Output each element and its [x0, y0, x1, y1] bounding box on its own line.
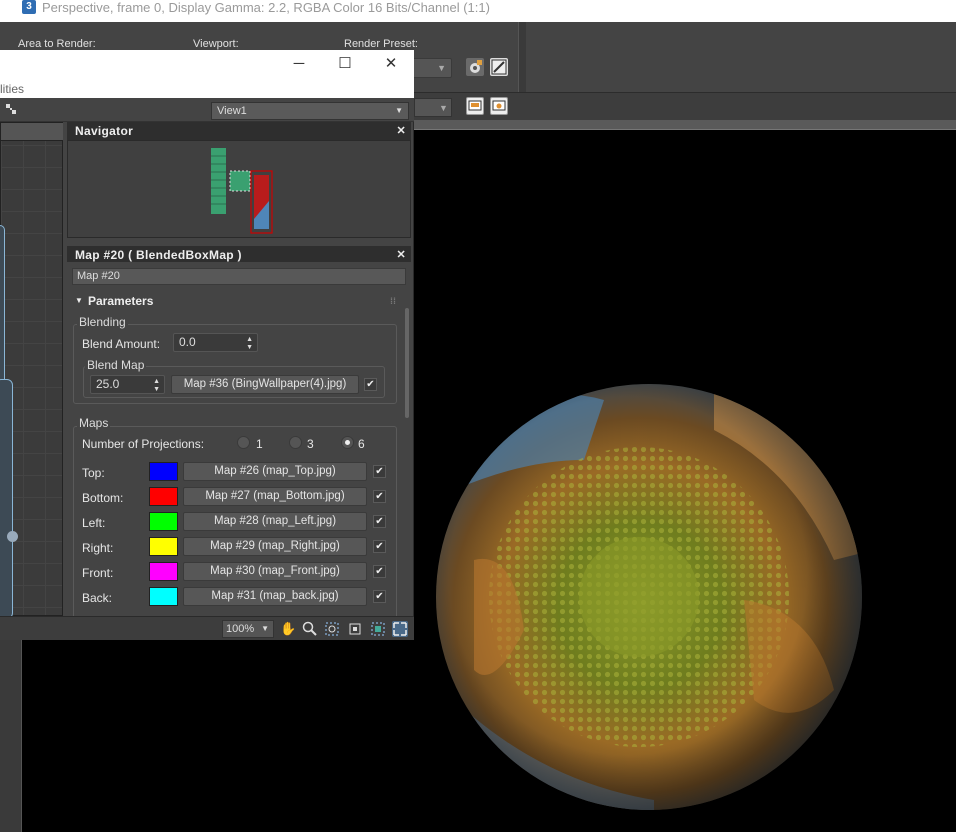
projection-radio-3[interactable]: [289, 436, 302, 449]
view-panel[interactable]: [0, 122, 63, 619]
blending-group-label: Blending: [77, 315, 128, 329]
color-swatch-left[interactable]: [149, 512, 178, 531]
projection-radio-6[interactable]: [341, 436, 354, 449]
color-swatch-front[interactable]: [149, 562, 178, 581]
pick-material-icon[interactable]: [4, 102, 18, 116]
navigator-view[interactable]: [67, 140, 411, 238]
rendered-image: [414, 130, 956, 832]
zoom-icon[interactable]: [302, 621, 318, 637]
navigator-header: Navigator ✕: [67, 122, 411, 140]
close-icon[interactable]: ✕: [396, 122, 406, 140]
projection-radio-1[interactable]: [237, 436, 250, 449]
map-checkbox-right[interactable]: ✔: [373, 540, 386, 553]
rollout-title: Parameters: [88, 294, 154, 308]
close-button[interactable]: ✕: [380, 54, 402, 74]
projection-option-3: 3: [307, 437, 314, 451]
projection-option-6: 6: [358, 437, 365, 451]
map-row-label-bottom: Bottom:: [82, 491, 124, 505]
maximize-view-icon[interactable]: [392, 621, 408, 637]
map-button-bottom[interactable]: Map #27 (map_Bottom.jpg): [183, 487, 367, 506]
chevron-down-icon: ▼: [261, 624, 269, 633]
zoom-extents-icon[interactable]: [347, 621, 363, 637]
maps-group-label: Maps: [77, 416, 111, 430]
map-checkbox-front[interactable]: ✔: [373, 565, 386, 578]
slate-editor-titlebar: ─ ☐ ✕ lities: [0, 50, 414, 98]
scrollbar[interactable]: [405, 308, 409, 418]
map-checkbox-left[interactable]: ✔: [373, 515, 386, 528]
app-icon: 3: [22, 0, 36, 14]
view-panel-header: [1, 123, 63, 141]
slate-editor-body: View1 ▼ Navigator ✕ Map #20 (BlendedBox…: [0, 98, 414, 640]
menu-utilities[interactable]: lities: [0, 82, 24, 96]
render-frame-titlebar: 3 Perspective, frame 0, Display Gamma: 2…: [0, 0, 956, 22]
map-checkbox-bottom[interactable]: ✔: [373, 490, 386, 503]
map-button-front[interactable]: Map #30 (map_Front.jpg): [183, 562, 367, 581]
spinner-arrows-icon[interactable]: ▲ ▼: [246, 334, 253, 352]
render-preset-dropdown[interactable]: ▼: [410, 58, 452, 78]
color-swatch-right[interactable]: [149, 537, 178, 556]
parameters-rollout-header[interactable]: ▼ Parameters ⁞⁞: [72, 292, 398, 310]
blend-amount-label: Blend Amount:: [82, 337, 161, 351]
render-preset-label: Render Preset:: [344, 38, 418, 50]
zoom-extents-selected-icon[interactable]: [370, 621, 386, 637]
map-name-field[interactable]: Map #20: [72, 268, 406, 285]
minimize-button[interactable]: ─: [288, 54, 310, 74]
render-setup-icon[interactable]: [466, 58, 484, 76]
color-swatch-bottom[interactable]: [149, 487, 178, 506]
map-button-left[interactable]: Map #28 (map_Left.jpg): [183, 512, 367, 531]
color-swatch-top[interactable]: [149, 462, 178, 481]
material-node[interactable]: [0, 379, 13, 619]
maximize-button[interactable]: ☐: [334, 54, 356, 74]
navigator-thumbnail: [211, 148, 273, 234]
save-image-icon[interactable]: [466, 97, 484, 115]
map-panel-title: Map #20 ( BlendedBoxMap ): [75, 248, 242, 262]
projections-label: Number of Projections:: [82, 437, 205, 451]
zoom-region-icon[interactable]: [324, 621, 340, 637]
map-checkbox-back[interactable]: ✔: [373, 590, 386, 603]
map-button-right[interactable]: Map #29 (map_Right.jpg): [183, 537, 367, 556]
map-button-top[interactable]: Map #26 (map_Top.jpg): [183, 462, 367, 481]
map-button-back[interactable]: Map #31 (map_back.jpg): [183, 587, 367, 606]
blend-map-amount-spinner[interactable]: 25.0 ▲ ▼: [90, 375, 165, 394]
map-row-label-top: Top:: [82, 466, 105, 480]
map-row-label-left: Left:: [82, 516, 106, 530]
slate-status-bar: 100% ▼ ✋: [0, 616, 414, 640]
channel-dropdown[interactable]: ▼: [414, 98, 452, 117]
toolbar-divider: [518, 22, 526, 92]
map-row-label-right: Right:: [82, 541, 114, 555]
rendered-sphere: [436, 384, 862, 810]
blend-amount-spinner[interactable]: 0.0 ▲ ▼: [173, 333, 258, 352]
zoom-value: 100%: [226, 623, 255, 635]
map-row-label-back: Back:: [82, 591, 113, 605]
blend-map-button[interactable]: Map #36 (BingWallpaper(4).jpg): [171, 375, 359, 394]
chevron-down-icon: ▼: [395, 106, 403, 115]
map-parameters-panel: Map #20 ▼ Parameters ⁞⁞ Blending Blend A…: [67, 262, 411, 616]
view-select[interactable]: View1 ▼: [211, 102, 409, 120]
blend-amount-value: 0.0: [179, 335, 196, 349]
projection-option-1: 1: [256, 437, 263, 451]
map-checkbox-top[interactable]: ✔: [373, 465, 386, 478]
drag-handle-icon[interactable]: ⁞⁞: [390, 292, 396, 310]
pan-hand-icon[interactable]: ✋: [280, 621, 296, 637]
display-icon[interactable]: [490, 97, 508, 115]
slate-toolbar: View1 ▼: [0, 98, 414, 122]
blend-map-amount-value: 25.0: [96, 377, 120, 391]
navigator-title: Navigator: [75, 124, 134, 138]
spinner-arrows-icon[interactable]: ▲ ▼: [153, 376, 160, 394]
render-frame-left-column: [0, 638, 22, 832]
blend-map-checkbox[interactable]: ✔: [364, 378, 377, 391]
blend-map-label: Blend Map: [85, 358, 147, 372]
area-to-render-label: Area to Render:: [18, 38, 96, 50]
color-swatch-back[interactable]: [149, 587, 178, 606]
environment-effects-icon[interactable]: [490, 58, 508, 76]
viewport-label: Viewport:: [193, 38, 239, 50]
zoom-select[interactable]: 100% ▼: [222, 620, 274, 638]
render-frame-title: Perspective, frame 0, Display Gamma: 2.2…: [42, 0, 490, 15]
collapse-triangle-icon: ▼: [75, 296, 83, 305]
node-socket[interactable]: [7, 531, 18, 542]
map-row-label-front: Front:: [82, 566, 114, 580]
view-select-value: View1: [217, 105, 247, 117]
